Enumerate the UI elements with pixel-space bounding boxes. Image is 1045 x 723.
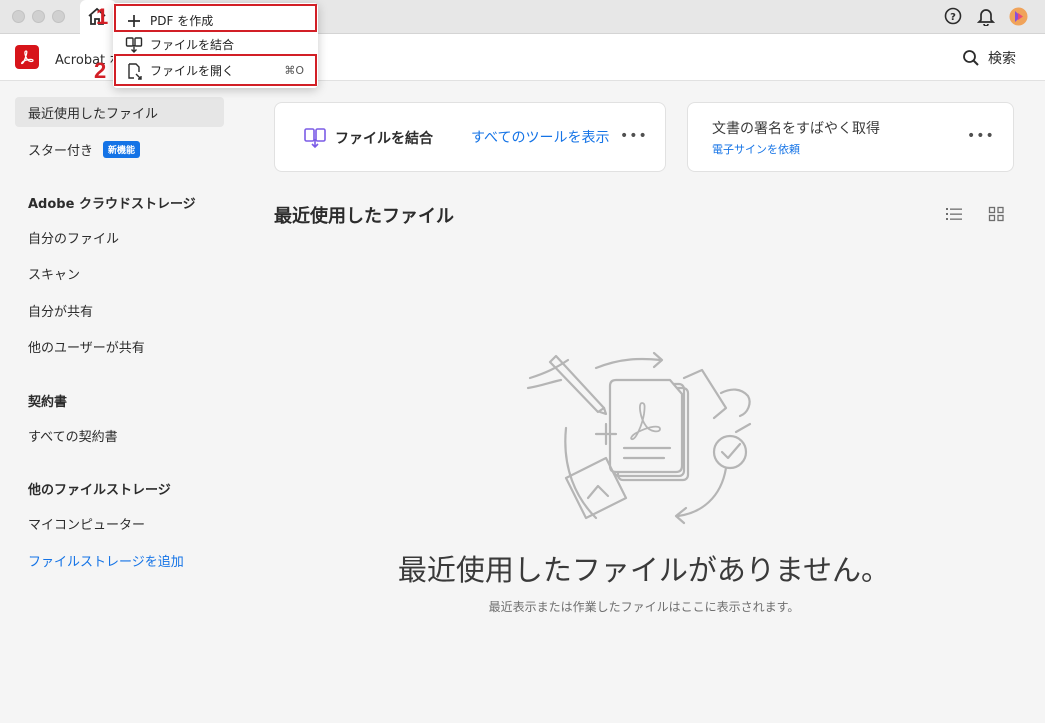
add-file-storage-link[interactable]: ファイルストレージを追加 <box>15 545 224 575</box>
bell-icon[interactable] <box>977 7 995 26</box>
highlight-box-create-pdf <box>114 4 317 32</box>
combine-files-icon <box>304 128 326 149</box>
acrobat-logo-icon <box>20 50 34 65</box>
all-tools-link[interactable]: すべてのツールを表示 <box>471 127 609 147</box>
request-esign-link[interactable]: 電子サインを依頼 <box>712 141 800 157</box>
svg-text:?: ? <box>950 12 956 23</box>
combine-files-label: ファイルを結合 <box>335 131 433 147</box>
other-storage-heading: 他のファイルストレージ <box>28 483 171 498</box>
sidebar: 最近使用したファイル スター付き 新機能 Adobe クラウドストレージ 自分の… <box>0 81 240 723</box>
sign-more-button[interactable]: ••• <box>967 128 995 144</box>
sidebar-item-label: スター付き <box>28 143 94 159</box>
acrobat-logo <box>15 45 39 69</box>
grid-view-icon[interactable] <box>988 206 1005 222</box>
callout-number-2: 2 <box>94 58 107 83</box>
tools-card: ファイルを結合 すべてのツールを表示 ••• <box>274 102 666 172</box>
sidebar-item-recent[interactable]: 最近使用したファイル <box>15 97 224 127</box>
empty-state-title: 最近使用したファイルがありません。 <box>397 553 891 587</box>
callout-number-1: 1 <box>96 4 109 29</box>
sidebar-item-shared-by-me[interactable]: 自分が共有 <box>15 295 224 325</box>
avatar[interactable] <box>1009 7 1028 26</box>
empty-state-illustration <box>526 351 752 525</box>
section-title: 最近使用したファイル <box>274 206 454 227</box>
search-icon <box>963 50 979 66</box>
combine-icon <box>125 37 143 53</box>
sidebar-item-all-agreements[interactable]: すべての契約書 <box>15 420 224 450</box>
sign-card-title: 文書の署名をすばやく取得 <box>712 121 880 137</box>
sidebar-item-shared-by-others[interactable]: 他のユーザーが共有 <box>15 331 224 361</box>
close-window-button[interactable] <box>12 10 25 23</box>
tools-more-button[interactable]: ••• <box>620 128 648 144</box>
sidebar-item-my-computer[interactable]: マイコンピューター <box>15 508 224 538</box>
menu-item-combine-files[interactable]: ファイルを結合 <box>113 32 318 56</box>
zoom-window-button[interactable] <box>52 10 65 23</box>
combine-files-tool[interactable]: ファイルを結合 <box>303 126 433 150</box>
highlight-box-open-file <box>114 54 317 86</box>
minimize-window-button[interactable] <box>32 10 45 23</box>
empty-state-subtitle: 最近表示または作業したファイルはここに表示されます。 <box>488 600 800 614</box>
sign-card: 文書の署名をすばやく取得 電子サインを依頼 ••• <box>687 102 1014 172</box>
menu-item-label: ファイルを結合 <box>150 37 235 52</box>
search-button[interactable]: 検索 <box>962 47 1016 69</box>
agreements-heading: 契約書 <box>28 395 68 410</box>
cloud-storage-heading: Adobe クラウドストレージ <box>28 197 196 212</box>
sidebar-item-starred[interactable]: スター付き 新機能 <box>15 134 224 164</box>
sidebar-item-my-files[interactable]: 自分のファイル <box>15 222 224 252</box>
help-icon[interactable]: ? <box>944 7 962 25</box>
new-badge: 新機能 <box>103 140 141 158</box>
sidebar-item-scans[interactable]: スキャン <box>15 258 224 288</box>
list-view-icon[interactable] <box>945 206 963 222</box>
search-label: 検索 <box>988 51 1016 67</box>
